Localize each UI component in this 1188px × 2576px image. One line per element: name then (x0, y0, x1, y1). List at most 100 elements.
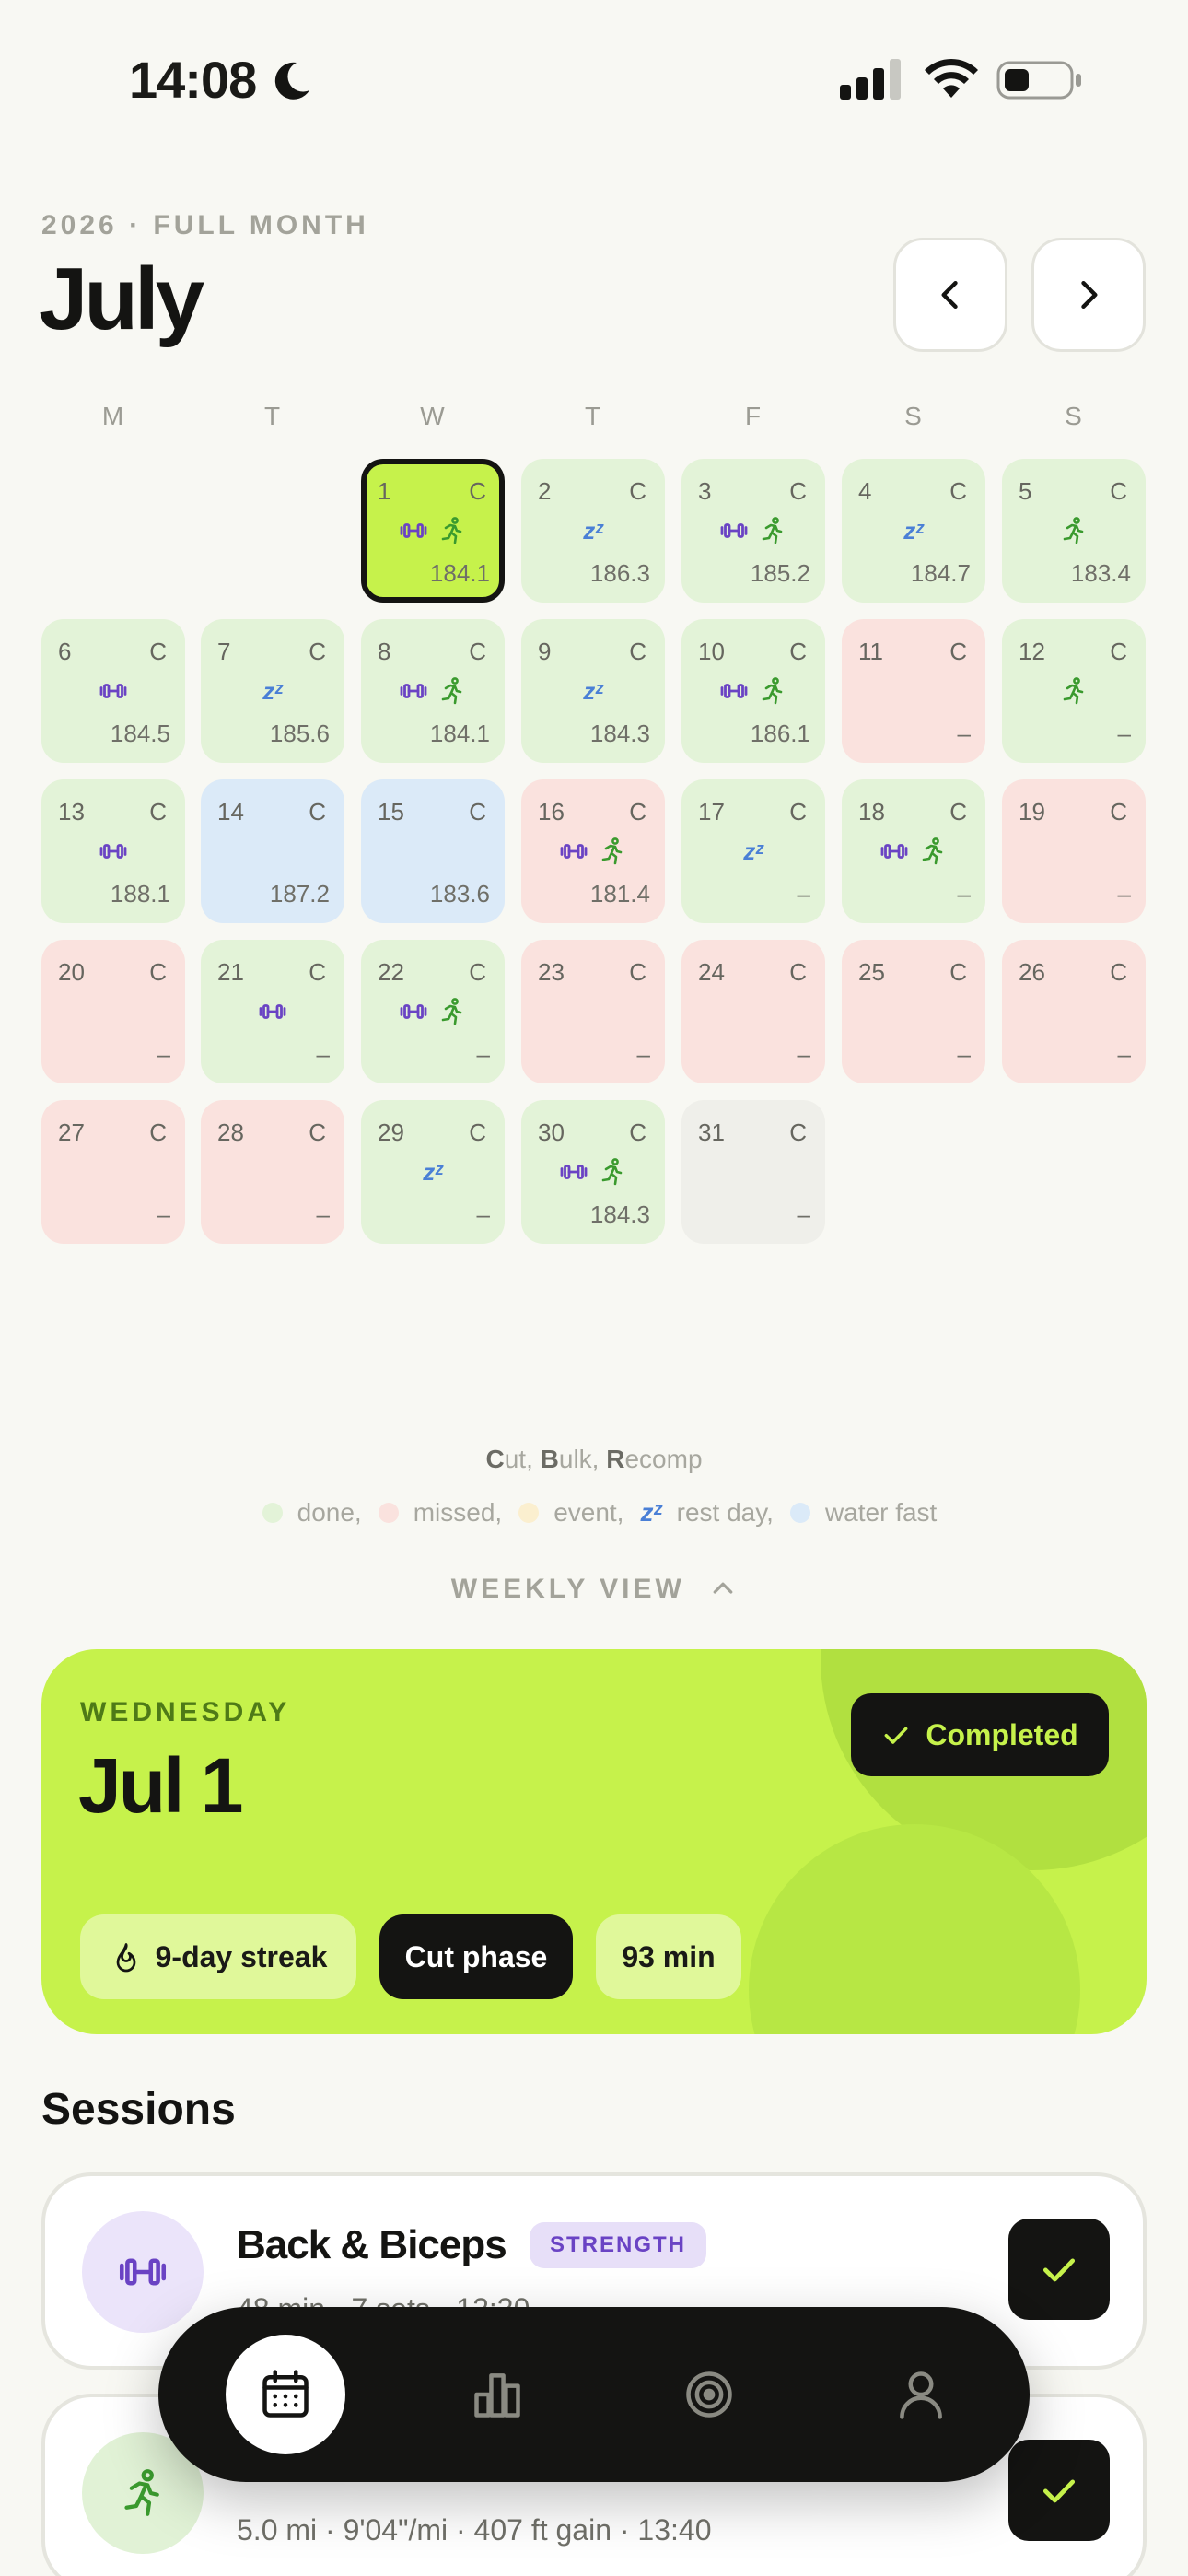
session-complete-button[interactable] (1008, 2440, 1110, 2541)
day-weight: – (797, 880, 810, 907)
rest-day-icon: zᶻ (583, 677, 603, 705)
running-icon (1063, 677, 1084, 705)
calendar-day-cell[interactable]: 24 C – (681, 940, 825, 1083)
calendar-day-cell[interactable]: 21 C – (201, 940, 344, 1083)
calendar-day-cell[interactable]: 11 C – (842, 619, 985, 763)
rest-day-icon: zᶻ (903, 517, 924, 544)
calendar-day-cell[interactable]: 4 Czᶻ 184.7 (842, 459, 985, 603)
activity-icons (842, 837, 985, 866)
phase-label: Cut phase (404, 1939, 548, 1973)
day-weight: 183.4 (1070, 559, 1131, 587)
day-weight: 185.6 (269, 720, 330, 747)
calendar-day-cell[interactable]: 19 C – (1002, 779, 1146, 923)
nav-calendar[interactable] (226, 2335, 345, 2454)
calendar-day-cell[interactable]: 9 Czᶻ 184.3 (521, 619, 665, 763)
nav-goals[interactable] (649, 2335, 769, 2454)
calendar-day-cell[interactable]: 3 C 185.2 (681, 459, 825, 603)
activity-icons (201, 997, 344, 1026)
phase-letter: C (629, 477, 646, 505)
weekday-label: F (744, 402, 763, 430)
activity-icons (521, 1157, 665, 1187)
calendar-day-cell[interactable]: 20 C – (41, 940, 185, 1083)
calendar-day-cell[interactable]: 30 C 184.3 (521, 1100, 665, 1244)
activity-icons: zᶻ (842, 516, 985, 545)
phase-letter: C (949, 638, 967, 665)
flame-icon (116, 1943, 135, 1973)
activity-icons (681, 516, 825, 545)
phase-letter: C (949, 798, 967, 825)
phase-letter: C (309, 958, 326, 986)
calendar-day-cell[interactable]: 1 C 184.1 (361, 459, 505, 603)
activity-icons: zᶻ (681, 837, 825, 866)
page-title: July (39, 250, 204, 348)
day-weight: – (157, 1040, 170, 1068)
target-icon (686, 2371, 732, 2418)
rest-day-icon: zᶻ (640, 1498, 662, 1527)
completed-badge[interactable]: Completed (851, 1693, 1109, 1776)
legend-dot (518, 1503, 540, 1523)
nav-stats[interactable] (437, 2335, 557, 2454)
day-weight: – (797, 1040, 810, 1068)
legend-label: rest day, (676, 1498, 774, 1527)
day-weight: 186.1 (750, 720, 810, 747)
calendar-day-cell[interactable]: 13 C 188.1 (41, 779, 185, 923)
battery-icon (996, 61, 1081, 100)
selected-day-card: WEDNESDAY Jul 1 Completed 9-day streak C… (41, 1649, 1147, 2034)
next-month-button[interactable] (1031, 238, 1146, 352)
day-number: 10 (698, 638, 725, 665)
day-weight: 187.2 (269, 880, 330, 907)
phase-letter: C (149, 1118, 167, 1146)
calendar-day-cell[interactable]: 6 C 184.5 (41, 619, 185, 763)
calendar-day-cell[interactable]: 18 C – (842, 779, 985, 923)
completed-label: Completed (926, 1717, 1078, 1751)
day-number: 20 (58, 958, 85, 986)
calendar-day-cell[interactable]: 27 C – (41, 1100, 185, 1244)
calendar-day-cell[interactable]: 22 C – (361, 940, 505, 1083)
weekday-label: S (1065, 402, 1083, 430)
calendar-day-cell[interactable]: 29 Czᶻ – (361, 1100, 505, 1244)
calendar-day-cell[interactable]: 26 C – (1002, 940, 1146, 1083)
legend-dot (378, 1503, 399, 1523)
nav-profile[interactable] (861, 2335, 981, 2454)
day-number: 25 (858, 958, 885, 986)
calendar-day-cell[interactable]: 17 Czᶻ – (681, 779, 825, 923)
calendar-day-cell[interactable]: 8 C 184.1 (361, 619, 505, 763)
rest-day-icon: zᶻ (262, 677, 283, 705)
phase-letter: C (1110, 958, 1127, 986)
running-icon (441, 677, 462, 705)
weekday-label: T (584, 402, 602, 430)
user-icon (900, 2371, 942, 2419)
dumbbell-icon (400, 523, 427, 538)
session-type-badge: STRENGTH (530, 2222, 706, 2268)
phase-letter: C (629, 798, 646, 825)
phase-letter: C (789, 477, 807, 505)
session-complete-button[interactable] (1008, 2219, 1110, 2320)
weekly-view-toggle[interactable]: WEEKLY VIEW (0, 1574, 1188, 1605)
day-number: 19 (1019, 798, 1045, 825)
calendar-day-cell[interactable]: 14 C 187.2 (201, 779, 344, 923)
weekday-label: T (263, 402, 282, 430)
calendar-day-cell[interactable]: 16 C 181.4 (521, 779, 665, 923)
dumbbell-icon (560, 844, 588, 859)
phase-letter: C (469, 477, 486, 505)
day-weight: 184.7 (910, 559, 971, 587)
calendar-day-cell[interactable]: 31 C – (681, 1100, 825, 1244)
calendar-day-cell[interactable]: 28 C – (201, 1100, 344, 1244)
calendar-day-cell[interactable]: 2 Czᶻ 186.3 (521, 459, 665, 603)
calendar-day-cell[interactable]: 7 Czᶻ 185.6 (201, 619, 344, 763)
day-weight: – (957, 720, 971, 747)
selected-date: Jul 1 (78, 1742, 243, 1829)
day-weight: 181.4 (589, 880, 650, 907)
calendar-day-cell[interactable]: 12 C – (1002, 619, 1146, 763)
previous-month-button[interactable] (893, 238, 1007, 352)
calendar-day-cell[interactable]: 10 C 186.1 (681, 619, 825, 763)
day-number: 23 (538, 958, 565, 986)
day-number: 18 (858, 798, 885, 825)
calendar-day-cell[interactable]: 25 C – (842, 940, 985, 1083)
weekly-view-label: WEEKLY VIEW (450, 1574, 685, 1604)
calendar-day-cell[interactable]: 15 C 183.6 (361, 779, 505, 923)
day-number: 30 (538, 1118, 565, 1146)
calendar-day-cell[interactable]: 23 C – (521, 940, 665, 1083)
dumbbell-icon (400, 684, 427, 698)
calendar-day-cell[interactable]: 5 C 183.4 (1002, 459, 1146, 603)
